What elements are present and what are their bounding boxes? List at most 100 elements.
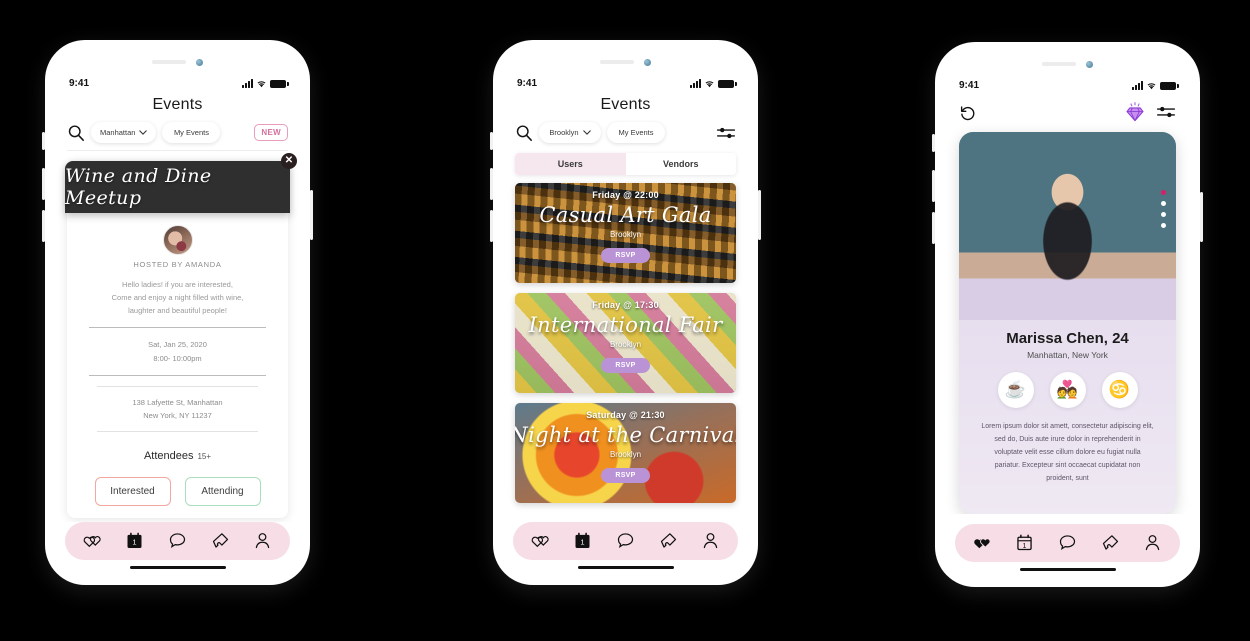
- hearts-icon[interactable]: [82, 530, 103, 551]
- tab-users[interactable]: Users: [515, 153, 626, 175]
- cellular-signal-icon: [1132, 80, 1143, 90]
- audience-segmented-control: Users Vendors: [515, 153, 736, 175]
- couple-icon[interactable]: 💑: [1049, 372, 1086, 408]
- event-detail-card: Wine and Dine Meetup ✕ HOSTED BY AMANDA …: [65, 153, 297, 518]
- screenshot-stage: 9:41 Events Manhattan My Events NEW Wine…: [0, 0, 1250, 641]
- event-1-title: Casual Art Gala: [539, 203, 712, 227]
- phone3-notch: [945, 52, 1190, 76]
- phone1-volume-down-button[interactable]: [42, 210, 45, 242]
- my-events-button[interactable]: My Events: [607, 122, 665, 143]
- hearts-icon[interactable]: [530, 530, 551, 551]
- coffee-cup-icon[interactable]: ☕: [997, 372, 1034, 408]
- profile-location: Manhattan, New York: [1027, 350, 1108, 360]
- status-indicators: [690, 78, 737, 88]
- bottom-nav: 1: [513, 521, 738, 560]
- phone2-mute-switch[interactable]: [490, 132, 493, 150]
- new-event-badge[interactable]: NEW: [254, 124, 288, 141]
- phone3-power-button[interactable]: [1200, 192, 1203, 242]
- person-icon[interactable]: [700, 530, 721, 551]
- event-address: 138 Lafyette St, Manhattan New York, NY …: [67, 396, 288, 422]
- phone3-screen: 9:41 Marissa Chen, 24 Manhattan, New Yor…: [945, 52, 1190, 577]
- attendees-row: Attendees 15+: [67, 446, 288, 464]
- phone3-volume-down-button[interactable]: [932, 212, 935, 244]
- ticket-icon[interactable]: [658, 530, 679, 551]
- interested-button[interactable]: Interested: [94, 476, 171, 506]
- diamond-gem-icon[interactable]: [1124, 102, 1146, 122]
- person-icon[interactable]: [1142, 532, 1163, 553]
- calendar-icon[interactable]: 1: [1014, 532, 1035, 553]
- phone3-volume-up-button[interactable]: [932, 170, 935, 202]
- event-description-line-1: Hello ladies! if you are interested,: [122, 280, 233, 289]
- phone3-bottom-nav-wrap: 1: [945, 514, 1190, 578]
- cancer-zodiac-icon[interactable]: ♋: [1101, 372, 1138, 408]
- wifi-icon: [1147, 82, 1156, 89]
- photo-dot-2[interactable]: [1161, 201, 1166, 206]
- phone1-volume-up-button[interactable]: [42, 168, 45, 200]
- calendar-icon[interactable]: 1: [124, 530, 145, 551]
- divider-above-date: [89, 327, 266, 329]
- filter-sliders-icon[interactable]: [716, 125, 736, 141]
- photo-pagination-dots[interactable]: [1161, 190, 1166, 228]
- status-time: 9:41: [69, 77, 90, 89]
- location-filter-dropdown[interactable]: Manhattan: [91, 122, 157, 143]
- status-indicators: [242, 78, 289, 88]
- chat-bubble-icon[interactable]: [615, 530, 636, 551]
- home-indicator: [1019, 567, 1116, 571]
- event-time: 8:00- 10:00pm: [153, 353, 202, 363]
- event-datetime: Sat, Jan 25, 2020 8:00- 10:00pm: [67, 338, 288, 364]
- phone-2-events-list: 9:41 Events Brooklyn My Events Users Ven…: [490, 40, 761, 585]
- event-address-line-1: 138 Lafyette St, Manhattan: [132, 397, 223, 407]
- attending-button[interactable]: Attending: [184, 476, 261, 506]
- wifi-icon: [705, 80, 714, 87]
- profile-card[interactable]: Marissa Chen, 24 Manhattan, New York ☕ 💑…: [959, 132, 1176, 514]
- event-2-rsvp-button[interactable]: RSVP: [601, 358, 650, 373]
- hearts-icon[interactable]: [972, 532, 993, 553]
- status-time: 9:41: [517, 77, 538, 89]
- earpiece-speaker: [1042, 62, 1076, 66]
- host-avatar: [162, 225, 193, 255]
- event-3-when: Saturday @ 21:30: [586, 410, 665, 420]
- home-indicator: [577, 565, 674, 569]
- filter-sliders-icon[interactable]: [1156, 104, 1176, 120]
- event-card-2[interactable]: Friday @ 17:30 International Fair Brookl…: [515, 293, 736, 393]
- tab-vendors[interactable]: Vendors: [625, 153, 736, 175]
- phone2-content: Events Brooklyn My Events Users Vendors …: [503, 92, 748, 522]
- event-3-rsvp-button[interactable]: RSVP: [601, 468, 650, 483]
- phone1-power-button[interactable]: [310, 190, 313, 240]
- event-card-3[interactable]: Saturday @ 21:30 Night at the Carnival B…: [515, 403, 736, 503]
- event-1-rsvp-button[interactable]: RSVP: [601, 248, 650, 263]
- phone2-power-button[interactable]: [758, 190, 761, 240]
- close-icon[interactable]: ✕: [281, 153, 297, 169]
- photo-dot-1[interactable]: [1161, 190, 1166, 195]
- event-1-when: Friday @ 22:00: [592, 190, 659, 200]
- phone1-mute-switch[interactable]: [42, 132, 45, 150]
- phone3-mute-switch[interactable]: [932, 134, 935, 152]
- phone2-volume-down-button[interactable]: [490, 210, 493, 242]
- event-2-when: Friday @ 17:30: [592, 300, 659, 310]
- battery-icon: [718, 79, 737, 88]
- ticket-icon[interactable]: [1100, 532, 1121, 553]
- rsvp-actions: Interested Attending: [67, 476, 288, 506]
- search-icon[interactable]: [67, 124, 85, 142]
- my-events-button[interactable]: My Events: [162, 122, 221, 143]
- chat-bubble-icon[interactable]: [167, 530, 188, 551]
- event-3-city: Brooklyn: [609, 450, 642, 459]
- event-banner-title: Wine and Dine Meetup: [65, 165, 212, 209]
- phone3-status-bar: 9:41: [945, 76, 1190, 94]
- phone2-volume-up-button[interactable]: [490, 168, 493, 200]
- photo-dot-4[interactable]: [1161, 223, 1166, 228]
- status-indicators: [1132, 80, 1179, 90]
- search-icon[interactable]: [515, 124, 533, 142]
- wifi-icon: [257, 80, 266, 87]
- location-filter-dropdown[interactable]: Brooklyn: [539, 122, 601, 143]
- undo-rewind-icon[interactable]: [959, 104, 976, 121]
- calendar-icon[interactable]: 1: [572, 530, 593, 551]
- photo-dot-3[interactable]: [1161, 212, 1166, 217]
- phone1-notch: [55, 50, 300, 74]
- phone2-notch: [503, 50, 748, 74]
- chat-bubble-icon[interactable]: [1057, 532, 1078, 553]
- person-icon[interactable]: [252, 530, 273, 551]
- ticket-icon[interactable]: [210, 530, 231, 551]
- event-card-1[interactable]: Friday @ 22:00 Casual Art Gala Brooklyn …: [515, 183, 736, 283]
- phone3-toolbar: [945, 94, 1190, 132]
